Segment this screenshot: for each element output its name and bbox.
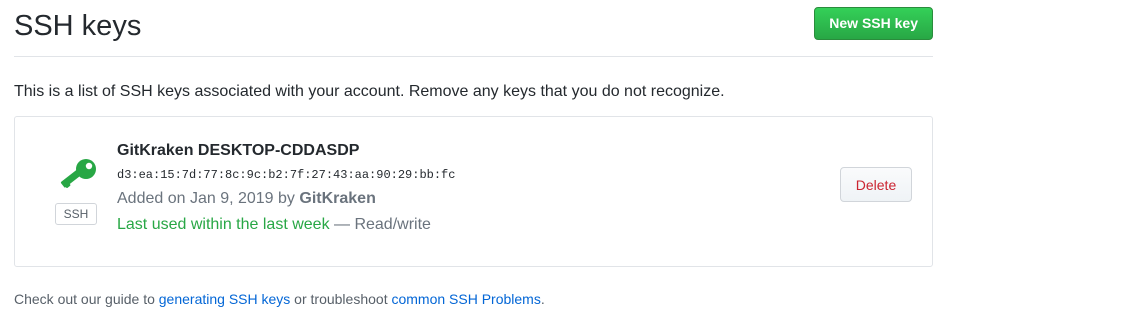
generating-ssh-keys-link[interactable]: generating SSH keys (159, 291, 291, 307)
page-header: SSH keys New SSH key (14, 0, 933, 57)
key-icon (56, 158, 100, 192)
intro-text: This is a list of SSH keys associated wi… (14, 83, 725, 100)
footer-prefix: Check out our guide to (14, 291, 159, 307)
key-last-used: Last used within the last week (117, 216, 330, 233)
key-title: GitKraken DESKTOP-CDDASDP (117, 142, 360, 159)
page-title: SSH keys (14, 10, 142, 42)
footer-middle: or troubleshoot (290, 291, 392, 307)
delete-key-button[interactable]: Delete (840, 167, 912, 202)
ssh-key-item: SSH GitKraken DESKTOP-CDDASDP d3:ea:15:7… (14, 116, 933, 267)
key-fingerprint: d3:ea:15:7d:77:8c:9c:b2:7f:27:43:aa:90:2… (117, 168, 456, 182)
key-access-level: — Read/write (329, 216, 431, 233)
common-ssh-problems-link[interactable]: common SSH Problems (391, 291, 540, 307)
key-type-badge: SSH (55, 203, 97, 225)
footer-suffix: . (540, 291, 545, 307)
new-ssh-key-button[interactable]: New SSH key (814, 7, 933, 40)
key-info: GitKraken DESKTOP-CDDASDP d3:ea:15:7d:77… (117, 139, 455, 237)
key-usage-info: Last used within the last week — Read/wr… (117, 213, 455, 237)
key-added-date: Added on Jan 9, 2019 by (117, 190, 300, 207)
key-added-info: Added on Jan 9, 2019 by GitKraken (117, 187, 455, 211)
key-icon-container (56, 158, 100, 192)
ssh-keys-page: SSH keys New SSH key This is a list of S… (0, 0, 1143, 330)
footer-note: Check out our guide to generating SSH ke… (14, 289, 545, 309)
key-added-author: GitKraken (299, 190, 376, 207)
